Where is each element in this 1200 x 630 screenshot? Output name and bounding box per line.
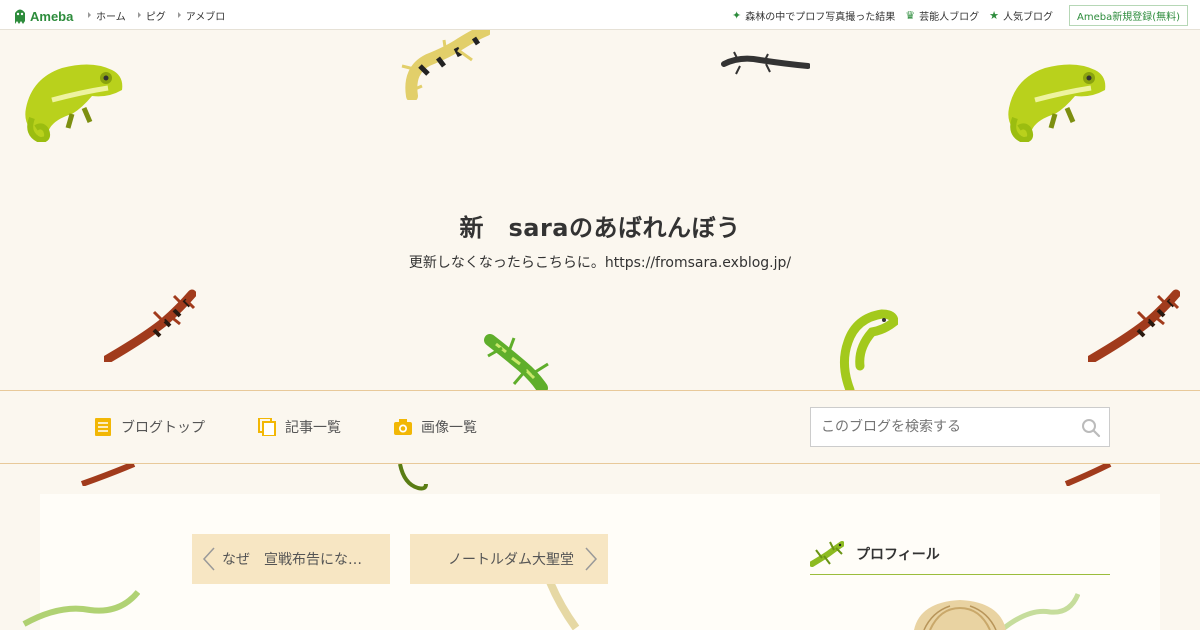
profile-heading: プロフィール (810, 534, 1110, 575)
green-lizard-icon (1002, 592, 1080, 630)
global-nav: ホーム ピグ アメブロ (88, 0, 237, 30)
blog-nav: ブログトップ 記事一覧 画像一覧 (0, 390, 1200, 464)
search-input[interactable] (821, 419, 1071, 435)
banded-lizard-icon (1088, 289, 1180, 362)
trending-topic-link[interactable]: ✦ 森林の中でプロフ写真撮った結果 (732, 8, 895, 23)
nav-image-list[interactable]: 画像一覧 (394, 417, 477, 437)
nav-link-ameblo[interactable]: アメブロ (177, 8, 225, 23)
chameleon-icon (25, 64, 123, 142)
green-lizard-icon (22, 590, 140, 627)
banded-lizard-icon (104, 289, 196, 362)
next-entry-link[interactable]: ノートルダム大聖堂 (410, 534, 608, 584)
blog-title[interactable]: 新 saraのあばれんぼう (0, 208, 1200, 243)
copy-icon (258, 418, 276, 436)
ameba-header-bar: Ameba ホーム ピグ アメブロ ✦ 森林の中でプロフ写真撮った結果 ♛ 芸能人ブ… (0, 0, 1200, 30)
signup-button[interactable]: Ameba新規登録(無料) (1068, 4, 1188, 26)
profile-image[interactable] (910, 598, 1010, 630)
star-icon: ★ (989, 8, 999, 22)
chameleon-icon (1008, 64, 1106, 142)
search-icon[interactable] (1081, 418, 1101, 438)
header-links: ✦ 森林の中でプロフ写真撮った結果 ♛ 芸能人ブログ ★ 人気ブログ Ameba新規登… (722, 0, 1188, 30)
triangle-right-icon (88, 12, 91, 18)
nav-blog-top[interactable]: ブログトップ (94, 417, 205, 437)
document-icon (95, 418, 111, 436)
lizard-icon (810, 541, 844, 567)
main-content: なぜ 宣戦布告にな… ノートルダム大聖堂 プロフィール (22, 494, 1160, 630)
blog-description: 更新しなくなったらこちらに。https://fromsara.exblog.jp… (408, 255, 792, 271)
camera-icon (394, 419, 412, 435)
blog-search (810, 407, 1110, 447)
nav-entry-list[interactable]: 記事一覧 (258, 417, 341, 437)
green-lizard-icon (484, 334, 549, 390)
anole-icon (398, 464, 428, 491)
profile-label: プロフィール (856, 547, 940, 563)
newt-icon (721, 51, 810, 75)
ameba-logo-icon (15, 9, 25, 24)
ameba-logo[interactable]: Ameba (13, 6, 73, 26)
prev-entry-link[interactable]: なぜ 宣戦布告にな… (192, 534, 390, 584)
banded-lizard-icon (1064, 464, 1112, 486)
chevron-left-icon (202, 547, 215, 571)
triangle-right-icon (137, 12, 141, 18)
ameba-logo-text: Ameba (30, 8, 74, 24)
blog-header: 新 saraのあばれんぼう 更新しなくなったらこちらに。https://from… (0, 30, 1200, 390)
gecko-icon (401, 30, 490, 100)
sparkle-icon: ✦ (732, 8, 742, 22)
anole-icon (840, 309, 898, 390)
chevron-right-icon (585, 547, 598, 571)
nav-link-pigg[interactable]: ピグ (137, 8, 166, 23)
triangle-right-icon (177, 12, 181, 18)
celebrity-blog-link[interactable]: ♛ 芸能人ブログ (905, 8, 979, 23)
popular-blog-link[interactable]: ★ 人気ブログ (989, 8, 1053, 23)
banded-lizard-icon (80, 464, 136, 486)
crown-icon: ♛ (905, 8, 916, 22)
nav-link-home[interactable]: ホーム (88, 8, 126, 23)
gecko-icon (546, 582, 580, 630)
